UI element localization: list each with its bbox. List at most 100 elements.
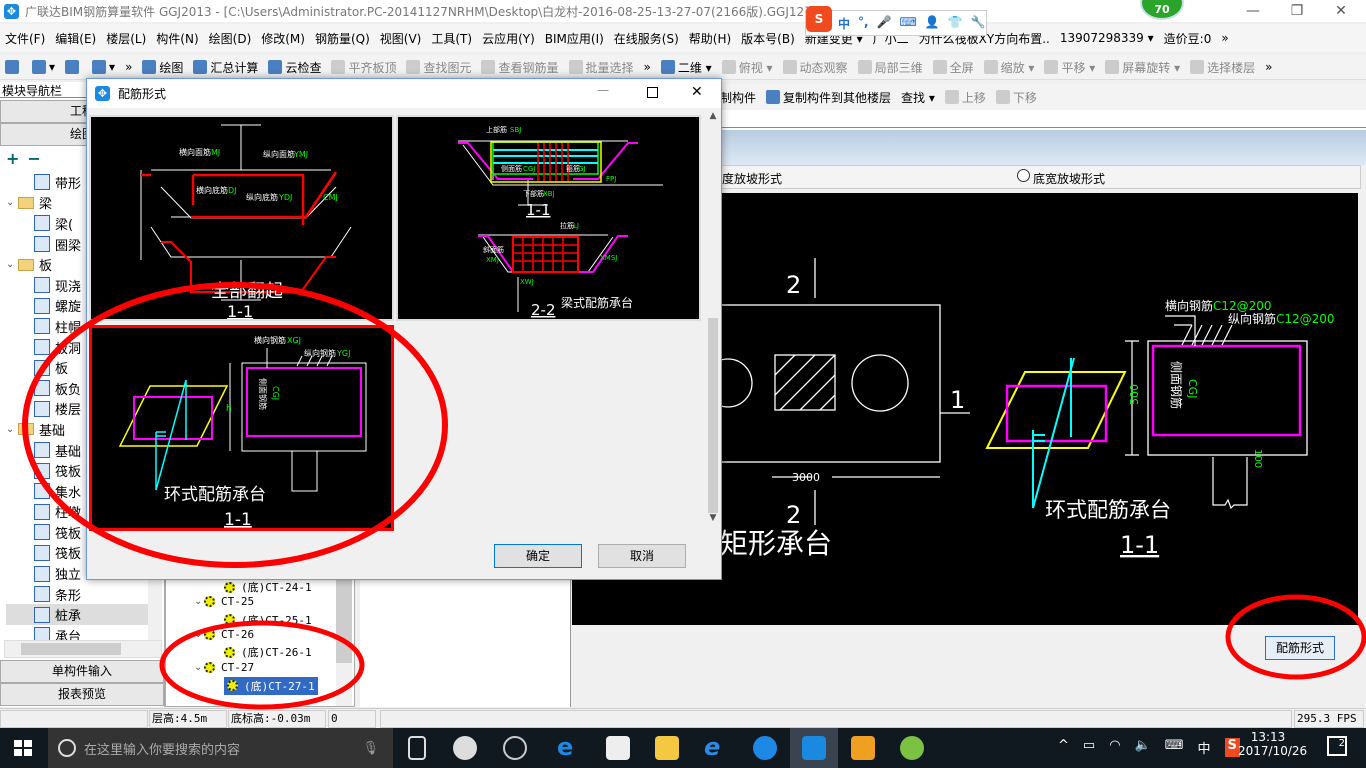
report-preview-button[interactable]: 报表预览 [0,683,164,706]
toolbar-button[interactable]: ▾ [27,60,60,74]
toolbar-button[interactable]: 查找 ▾ [896,89,940,106]
notification-center-icon[interactable]: 2 [1327,736,1347,756]
ie-icon[interactable]: e [704,735,728,760]
menu-item[interactable]: 造价豆:0 [1159,30,1217,47]
menu-item[interactable]: 视图(V) [375,30,427,47]
toolbar-button[interactable]: 汇总计算 [188,59,263,76]
windows-start-icon[interactable] [14,740,32,756]
component-tree-item[interactable]: CT-26 [204,628,254,641]
expand-chevron-icon[interactable]: ⌄ [6,197,18,208]
keyboard-icon[interactable]: ⌨ [1165,738,1184,757]
toolbar-button[interactable]: » [639,60,656,74]
ime-button[interactable]: 🎤 [877,15,892,32]
nav-tree-hscroll[interactable] [4,640,162,658]
ime-button[interactable]: 👕 [948,15,963,32]
component-tree-item[interactable]: (底)CT-24-1 [224,579,312,595]
toolbar-button[interactable]: 平移 ▾ [1039,59,1100,76]
toolbar-button[interactable]: 局部三维 [853,59,928,76]
menu-item[interactable]: 构件(N) [151,30,203,47]
thumb-beam-style[interactable]: 上部筋 SBJ 侧面筋 CGJ 箍筋 GJ 下部筋 XBJ FPJ 拉筋 LJ … [396,115,701,321]
dialog-minimize-button[interactable]: — [597,83,609,97]
toolbar-button[interactable]: 查看钢筋量 [476,59,563,76]
score-badge[interactable]: 70 [1140,0,1184,20]
notes-app-icon[interactable] [851,736,875,760]
radio-base-width-slope-label[interactable]: 底宽放坡形式 [1033,170,1105,187]
menu-item[interactable]: 13907298339 ▾ [1055,31,1159,45]
ime-button[interactable]: 🔧 [971,15,986,32]
ime-button[interactable]: 中 [838,15,850,32]
minimize-button[interactable]: — [1230,0,1276,22]
task-view-icon[interactable] [408,736,426,760]
glodon-app-icon[interactable] [753,736,777,760]
toolbar-button[interactable]: 平齐板顶 [326,59,401,76]
menu-item[interactable]: 文件(F) [0,30,50,47]
ime-button[interactable]: ⌨ [900,15,917,32]
menu-item[interactable]: 在线服务(S) [609,30,684,47]
ime-indicator[interactable]: 中 [1198,738,1211,757]
dialog-close-button[interactable]: ✕ [691,84,703,100]
toolbar-button[interactable]: 二维 ▾ [656,59,717,76]
expand-chevron-icon[interactable]: ⌄ [194,629,202,640]
menu-item[interactable]: 帮助(H) [684,30,736,47]
tree-item[interactable]: 条形 [6,584,152,605]
toolbar-button[interactable]: 绘图 [137,59,188,76]
toolbar-button[interactable] [0,60,27,74]
expand-chevron-icon[interactable]: ⌄ [6,424,18,435]
toolbar-button[interactable] [60,60,87,74]
toolbar-button[interactable]: 动态观察 [778,59,853,76]
menu-item[interactable]: 钢筋量(Q) [310,30,375,47]
single-input-button[interactable]: 单构件输入 [0,660,164,683]
swirl-app-icon[interactable] [503,736,527,760]
expand-all-icon[interactable]: + [6,149,19,168]
menu-item[interactable]: BIM应用(I) [540,30,609,47]
ggj-taskbar-button[interactable] [790,728,838,768]
tree-item[interactable]: 承台 [6,625,152,640]
store-icon[interactable] [606,736,630,760]
dialog-maximize-button[interactable] [647,87,658,98]
clock[interactable]: 13:13 2017/10/26 [1238,730,1307,758]
thumb-full-bend[interactable]: 横向面筋 MJ 纵向面筋 YMJ 横向底筋 DJ 纵向底筋 YDJ CMJ 全部… [89,115,394,321]
toolbar-button[interactable]: » [120,60,137,74]
menu-item[interactable]: 版本号(B) [736,30,800,47]
tree-item[interactable]: 桩承 [6,604,152,626]
green-browser-icon[interactable] [900,736,924,760]
menu-item[interactable]: » [1216,31,1233,45]
thumb-ring-style[interactable]: 横向钢筋 XGJ 纵向钢筋 YGJ 侧面钢筋 CGJ h 环式配筋承台 1-1 [89,325,394,531]
expand-chevron-icon[interactable]: ⌄ [194,662,202,673]
toolbar-button[interactable]: 屏幕旋转 ▾ [1100,59,1185,76]
component-tree-item[interactable]: CT-27 [204,661,254,674]
toolbar-button[interactable]: 上移 [940,89,991,106]
toolbar-button[interactable]: » [1260,60,1277,74]
file-explorer-icon[interactable] [655,736,679,760]
edge-icon[interactable]: e [557,735,581,760]
radio-angle-slope-label[interactable]: 度放坡形式 [722,170,782,187]
wifi-icon[interactable]: ◠ [1109,738,1120,757]
menu-item[interactable]: 绘图(D) [204,30,257,47]
toolbar-button[interactable]: 选择楼层 [1185,59,1260,76]
menu-item[interactable]: 编辑(E) [50,30,101,47]
toolbar-button[interactable]: 缩放 ▾ [979,59,1040,76]
component-tree-item[interactable]: (底)CT-27-1 [224,676,318,695]
toolbar-button[interactable]: 下移 [991,89,1042,106]
toolbar-button[interactable]: 查找图元 [401,59,476,76]
sogou-logo[interactable]: S [806,6,832,32]
toolbar-button[interactable]: 批量选择 [564,59,639,76]
gallery-scrollbar[interactable]: ▲ ▼ [706,111,720,533]
taskbar-search[interactable]: 在这里输入你要搜索的内容 🎙 [48,728,393,768]
menu-item[interactable]: 楼层(L) [101,30,151,47]
menu-item[interactable]: 修改(M) [256,30,310,47]
component-tree-item[interactable]: (底)CT-26-1 [224,644,312,660]
battery-icon[interactable]: ▭ [1083,738,1095,757]
close-button[interactable]: ✕ [1318,0,1364,22]
cancel-button[interactable]: 取消 [598,544,686,568]
fan-app-icon[interactable] [453,736,477,760]
toolbar-button[interactable]: 俯视 ▾ [717,59,778,76]
ok-button[interactable]: 确定 [494,544,582,568]
menu-item[interactable]: 云应用(Y) [477,30,540,47]
menu-item[interactable]: 工具(T) [426,30,477,47]
toolbar-button[interactable]: 云检查 [263,59,326,76]
ime-button[interactable]: 👤 [925,15,940,32]
volume-icon[interactable]: 🔈 [1135,738,1151,757]
expand-chevron-icon[interactable]: ⌄ [194,596,202,607]
rebar-config-button[interactable]: 配筋形式 [1265,636,1335,660]
